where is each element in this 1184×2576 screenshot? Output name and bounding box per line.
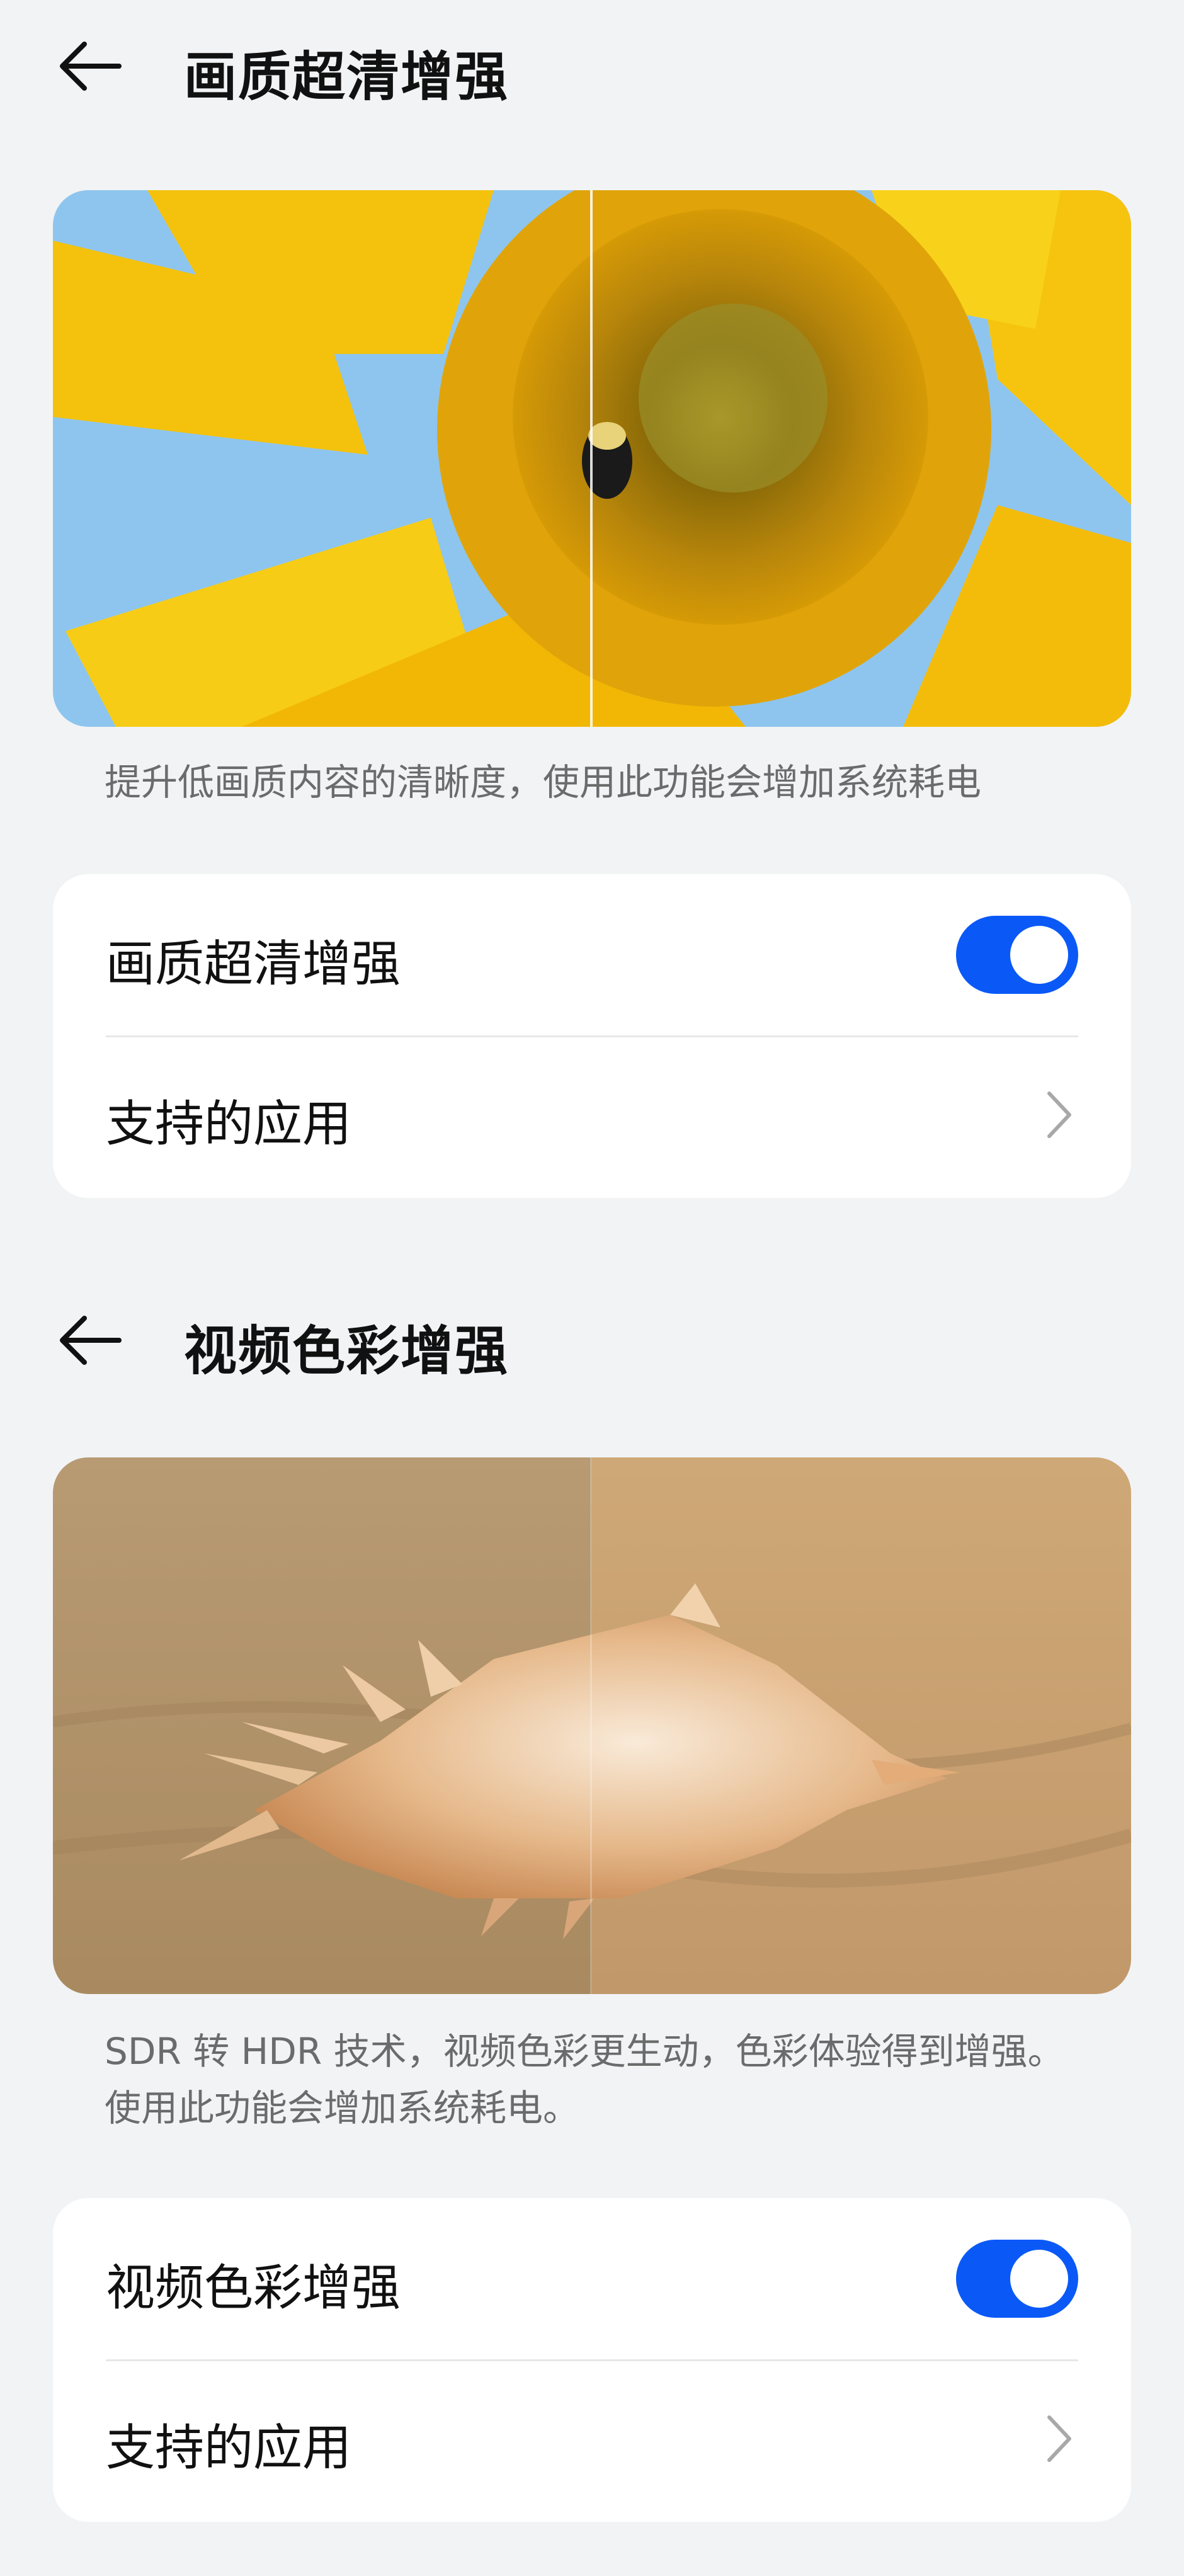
page-title: 视频色彩增强 <box>184 1320 509 1382</box>
header: 画质超清增强 <box>0 0 1184 189</box>
sunflower-preview-image <box>53 190 1131 727</box>
toggle-row: 画质超清增强 <box>53 877 1131 1033</box>
toggle-row: 视频色彩增强 <box>53 2201 1131 2357</box>
back-button[interactable] <box>53 1302 128 1378</box>
settings-card: 画质超清增强 支持的应用 <box>53 874 1131 1198</box>
row-label: 支持的应用 <box>106 2420 352 2476</box>
chevron-right-icon <box>1040 2410 1078 2467</box>
section-color-enhancement: 视频色彩增强 <box>0 1265 1184 1454</box>
header: 视频色彩增强 <box>0 1265 1184 1454</box>
chevron-right-icon <box>1040 1086 1078 1143</box>
supported-apps-row[interactable]: 支持的应用 <box>53 1037 1131 1193</box>
back-arrow-icon <box>60 42 122 91</box>
settings-card: 视频色彩增强 支持的应用 <box>53 2198 1131 2522</box>
description-text: 提升低画质内容的清晰度，使用此功能会增加系统耗电 <box>105 761 982 804</box>
color-enhancement-toggle[interactable] <box>956 2240 1078 2318</box>
section-super-resolution: 画质超清增强 <box>0 0 1184 189</box>
super-resolution-toggle[interactable] <box>956 916 1078 994</box>
toggle-knob <box>1010 926 1068 984</box>
row-label: 画质超清增强 <box>106 936 401 993</box>
back-button[interactable] <box>53 28 128 104</box>
back-arrow-icon <box>60 1316 122 1365</box>
toggle-knob <box>1010 2250 1068 2308</box>
row-label: 视频色彩增强 <box>106 2260 401 2317</box>
seashell-preview-image <box>53 1457 1131 1994</box>
page-title: 画质超清增强 <box>184 46 509 108</box>
supported-apps-row[interactable]: 支持的应用 <box>53 2361 1131 2517</box>
row-label: 支持的应用 <box>106 1096 352 1153</box>
description-text: SDR 转 HDR 技术，视频色彩更生动，色彩体验得到增强。使用此功能会增加系统… <box>105 2030 1064 2129</box>
